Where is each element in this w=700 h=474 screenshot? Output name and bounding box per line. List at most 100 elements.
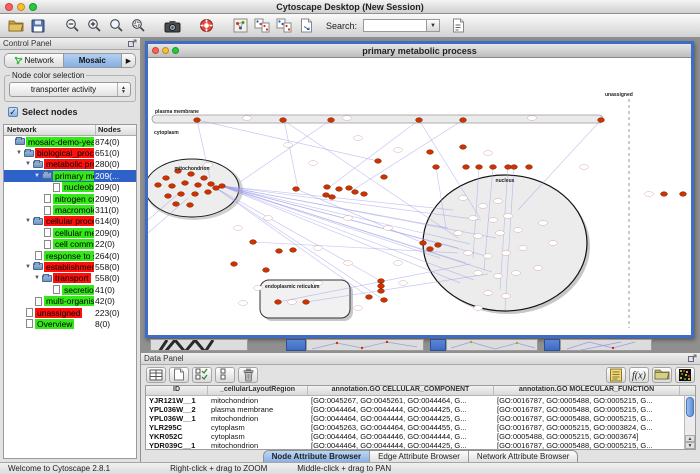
network-node[interactable] — [511, 165, 518, 170]
background-window-titlebar[interactable] — [544, 339, 560, 351]
network-node[interactable] — [276, 249, 283, 254]
network-label-node[interactable] — [309, 161, 318, 166]
snapshot-camera-icon[interactable] — [162, 17, 182, 35]
network-label-node[interactable] — [528, 116, 537, 121]
network-label-node[interactable] — [354, 306, 363, 311]
network-node[interactable] — [352, 190, 359, 195]
tree-expand-arrow[interactable]: ▼ — [33, 173, 41, 179]
background-window-thumbnail[interactable] — [560, 339, 652, 351]
table-row[interactable]: YLR295Ccytoplasm[GO:0045263, GO:0044464,… — [146, 423, 695, 432]
table-column-header[interactable]: _cellularLayoutRegion — [208, 386, 308, 395]
network-label-node[interactable] — [519, 246, 528, 251]
network-node[interactable] — [490, 165, 497, 170]
tab-network[interactable]: Network — [5, 54, 64, 67]
float-panel-icon[interactable] — [688, 354, 697, 363]
network-node[interactable] — [163, 176, 170, 181]
network-node[interactable] — [182, 181, 189, 186]
network-node[interactable] — [378, 284, 385, 289]
network-label-node[interactable] — [496, 231, 505, 236]
network-node[interactable] — [460, 145, 467, 150]
tree-row[interactable]: response to stimulu264(0) — [4, 250, 136, 261]
network-node[interactable] — [195, 183, 202, 188]
tree-row[interactable]: ▼primary metabo209(... — [4, 170, 136, 181]
network-label-node[interactable] — [459, 196, 468, 201]
copy-network-right-icon[interactable] — [274, 17, 294, 35]
tab-mosaic[interactable]: Mosaic — [64, 54, 123, 67]
tree-row[interactable]: ▼metabolic process280(0) — [4, 159, 136, 170]
network-node[interactable] — [324, 185, 331, 190]
network-node[interactable] — [155, 183, 162, 188]
network-node[interactable] — [329, 195, 336, 200]
background-window-thumbnail[interactable] — [306, 339, 424, 351]
network-label-node[interactable] — [512, 271, 521, 276]
network-label-node[interactable] — [494, 274, 503, 279]
network-label-node[interactable] — [494, 199, 503, 204]
network-node[interactable] — [169, 184, 176, 189]
tree-column-nodes[interactable]: Nodes — [96, 125, 136, 135]
copy-network-left-icon[interactable] — [252, 17, 272, 35]
search-input[interactable] — [363, 19, 427, 32]
network-label-node[interactable] — [464, 251, 473, 256]
background-window-titlebar[interactable] — [430, 339, 446, 351]
save-session-icon[interactable] — [28, 17, 48, 35]
network-node[interactable] — [463, 165, 470, 170]
network-node[interactable] — [361, 192, 368, 197]
tree-row[interactable]: nitrogen compo209(0) — [4, 193, 136, 204]
open-file-icon[interactable] — [6, 17, 26, 35]
background-window-thumbnail[interactable] — [446, 339, 538, 351]
tree-expand-arrow[interactable]: ▼ — [24, 218, 32, 224]
network-label-node[interactable] — [484, 254, 493, 259]
network-label-node[interactable] — [243, 116, 252, 121]
network-node[interactable] — [427, 247, 434, 252]
help-lifering-icon[interactable] — [196, 17, 216, 35]
zoom-out-icon[interactable] — [62, 17, 82, 35]
network-label-node[interactable] — [479, 204, 488, 209]
background-window-titlebar[interactable] — [286, 339, 306, 351]
tree-expand-arrow[interactable]: ▼ — [15, 150, 23, 156]
network-node[interactable] — [378, 289, 385, 294]
network-node[interactable] — [275, 300, 282, 305]
tree-row[interactable]: cell communicat22(0) — [4, 239, 136, 250]
network-label-node[interactable] — [539, 221, 548, 226]
tree-expand-arrow[interactable]: ▼ — [33, 275, 41, 281]
tree-row[interactable]: macromolecule311(0) — [4, 204, 136, 215]
table-scrollbar[interactable]: ▲ ▼ — [684, 396, 695, 449]
network-node[interactable] — [303, 300, 310, 305]
network-label-node[interactable] — [489, 218, 498, 223]
network-node[interactable] — [250, 240, 257, 245]
network-node[interactable] — [375, 159, 382, 164]
network-label-node[interactable] — [484, 151, 493, 156]
table-row[interactable]: YPL036W__2plasma membrane[GO:0044464, GO… — [146, 405, 695, 414]
network-label-node[interactable] — [394, 148, 403, 153]
attribute-table[interactable]: ID_cellularLayoutRegionannotation.GO CEL… — [145, 385, 696, 450]
tree-row[interactable]: nucleobase-209(0) — [4, 182, 136, 193]
network-node[interactable] — [192, 192, 199, 197]
network-label-node[interactable] — [354, 136, 363, 141]
tree-row[interactable]: secretion41(0) — [4, 284, 136, 295]
network-label-node[interactable] — [284, 143, 293, 148]
network-node[interactable] — [231, 262, 238, 267]
select-nodes-checkbox[interactable]: ✓ — [8, 107, 18, 117]
network-node[interactable] — [293, 187, 300, 192]
tree-row[interactable]: ▼cellular process614(0) — [4, 216, 136, 227]
table-row[interactable]: YPL036W__1mitochondrion[GO:0044464, GO:0… — [146, 414, 695, 423]
zoom-selected-region-icon[interactable] — [128, 17, 148, 35]
scroll-down-button[interactable]: ▼ — [685, 442, 695, 449]
new-attribute-icon[interactable] — [169, 367, 189, 383]
network-node[interactable] — [661, 192, 668, 197]
tab-network-attribute-browser[interactable]: Network Attribute Browser — [469, 451, 577, 462]
network-node[interactable] — [460, 118, 467, 123]
table-column-header[interactable]: ID — [146, 386, 208, 395]
network-node[interactable] — [165, 194, 172, 199]
zoom-fit-icon[interactable] — [106, 17, 126, 35]
network-label-node[interactable] — [399, 281, 408, 286]
network-label-node[interactable] — [314, 246, 323, 251]
network-label-node[interactable] — [484, 291, 493, 296]
heatmap-icon[interactable] — [675, 367, 695, 383]
network-label-node[interactable] — [504, 214, 513, 219]
network-label-node[interactable] — [254, 286, 263, 291]
network-view-frame[interactable]: primary metabolic process plasma membran… — [145, 41, 694, 338]
network-node[interactable] — [416, 118, 423, 123]
network-node[interactable] — [420, 241, 427, 246]
network-node[interactable] — [476, 165, 483, 170]
